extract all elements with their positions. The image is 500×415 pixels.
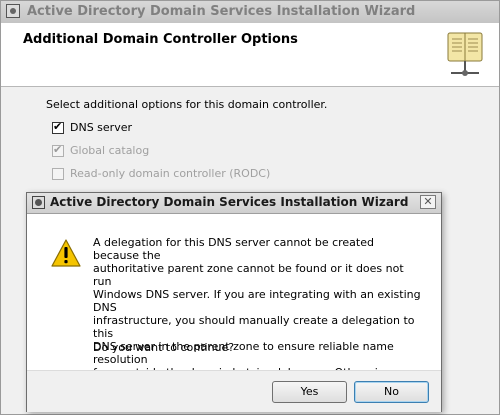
dialog-footer: Yes No	[27, 370, 441, 412]
option-dns-server[interactable]: DNS server	[52, 120, 132, 134]
rodc-checkbox	[52, 167, 64, 180]
dns-server-label: DNS server	[70, 121, 132, 134]
no-button[interactable]: No	[354, 381, 429, 403]
option-global-catalog: Global catalog	[52, 143, 150, 157]
wizard-title: Active Directory Domain Services Install…	[27, 4, 416, 19]
wizard-header: Additional Domain Controller Options	[1, 23, 499, 87]
page-title: Additional Domain Controller Options	[23, 32, 298, 47]
warning-dialog: Active Directory Domain Services Install…	[26, 192, 442, 412]
wizard-titlebar: Active Directory Domain Services Install…	[1, 1, 499, 24]
directory-book-icon	[447, 32, 483, 76]
dns-server-checkbox[interactable]	[52, 120, 64, 134]
dialog-question: Do you want to continue?	[93, 341, 235, 354]
close-icon[interactable]: ✕	[420, 195, 436, 209]
app-icon	[6, 4, 20, 18]
dialog-title: Active Directory Domain Services Install…	[50, 195, 409, 209]
global-catalog-checkbox	[52, 143, 64, 157]
dialog-titlebar: Active Directory Domain Services Install…	[27, 193, 441, 214]
warning-icon	[51, 239, 81, 267]
dialog-content: A delegation for this DNS server cannot …	[27, 214, 441, 405]
global-catalog-label: Global catalog	[70, 144, 150, 157]
yes-button[interactable]: Yes	[272, 381, 347, 403]
option-rodc: Read-only domain controller (RODC)	[52, 167, 270, 180]
app-icon	[32, 196, 45, 209]
options-intro: Select additional options for this domai…	[46, 98, 328, 111]
rodc-label: Read-only domain controller (RODC)	[70, 167, 271, 180]
